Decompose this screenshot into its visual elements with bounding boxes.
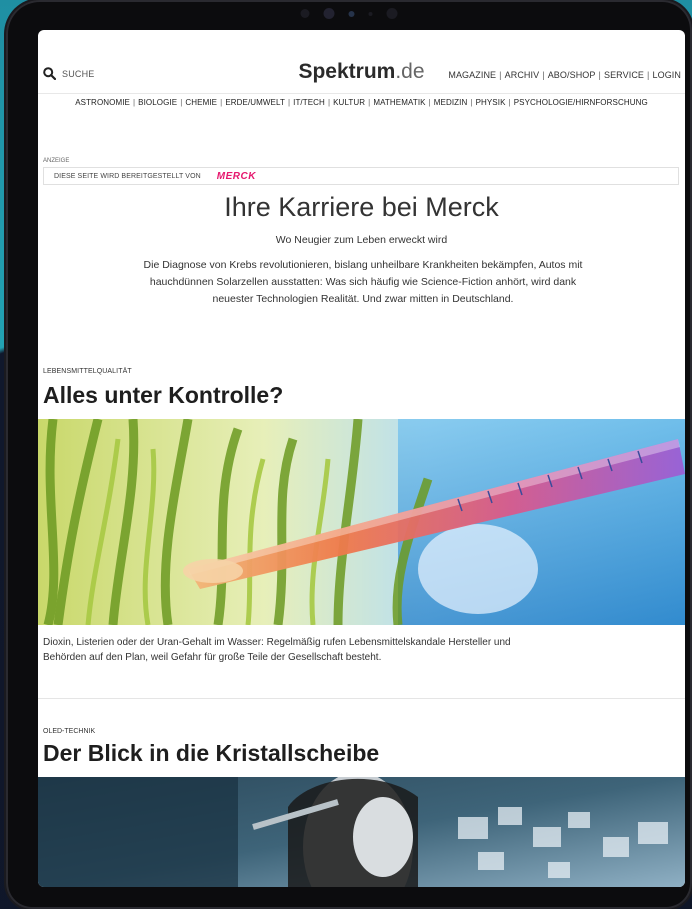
ad-subtitle: Wo Neugier zum Leben erweckt wird	[275, 234, 448, 246]
category-psychologie[interactable]: PSYCHOLOGIE/HIRNFORSCHUNG	[514, 98, 648, 107]
ad-title[interactable]: Ihre Karriere bei Merck	[38, 192, 685, 223]
sensor-icon	[300, 9, 310, 18]
logo-main: Spektrum	[298, 60, 396, 83]
article-title[interactable]: Der Blick in die Kristallscheibe	[43, 740, 379, 767]
sensor-dot-icon	[368, 11, 373, 16]
merck-logo: MERCK	[216, 170, 256, 182]
ad-body: Die Diagnose von Krebs revolutionieren, …	[143, 259, 583, 305]
nav-service[interactable]: SERVICE	[604, 70, 644, 80]
category-biologie[interactable]: BIOLOGIE	[138, 98, 177, 107]
article-image-pipette[interactable]	[38, 419, 685, 625]
top-navigation: MAGAZINE | ARCHIV | ABO/SHOP | SERVICE | LOGIN	[448, 70, 681, 80]
sponsor-bar[interactable]: DIESE SEITE WIRD BEREITGESTELLT VON MERC…	[43, 167, 679, 185]
article-teaser: Dioxin, Listerien oder der Uran-Gehalt i…	[43, 637, 511, 663]
category-astronomie[interactable]: ASTRONOMIE	[75, 98, 130, 107]
divider	[38, 698, 685, 699]
nav-login[interactable]: LOGIN	[652, 70, 681, 80]
browser-screen: SUCHE Spektrum.de MAGAZINE | ARCHIV | ABO/SH…	[38, 30, 685, 887]
category-kultur[interactable]: KULTUR	[333, 98, 365, 107]
tablet-frame: SUCHE Spektrum.de MAGAZINE | ARCHIV | ABO/SH…	[6, 0, 692, 909]
article-title[interactable]: Alles unter Kontrolle?	[43, 382, 283, 409]
category-navigation: ASTRONOMIE | BIOLOGIE | CHEMIE | ERDE/UMWELT | I…	[38, 93, 685, 107]
category-it-tech[interactable]: IT/TECH	[293, 98, 325, 107]
ad-label: ANZEIGE	[43, 158, 70, 164]
article-image-oled[interactable]	[38, 777, 685, 887]
nav-abo-shop[interactable]: ABO/SHOP	[548, 70, 596, 80]
nav-archiv[interactable]: ARCHIV	[505, 70, 540, 80]
category-erde-umwelt[interactable]: ERDE/UMWELT	[225, 98, 285, 107]
sensor-icon	[386, 8, 398, 19]
logo-suffix: .de	[395, 60, 425, 83]
article-category: OLED-TECHNIK	[43, 728, 96, 735]
category-physik[interactable]: PHYSIK	[476, 98, 506, 107]
nav-magazine[interactable]: MAGAZINE	[448, 70, 496, 80]
site-header: SUCHE Spektrum.de MAGAZINE | ARCHIV | ABO/SH…	[38, 30, 685, 90]
category-chemie[interactable]: CHEMIE	[185, 98, 217, 107]
sponsor-text: DIESE SEITE WIRD BEREITGESTELLT VON	[54, 172, 201, 180]
camera-bar	[300, 8, 398, 19]
camera-icon	[323, 8, 335, 19]
camera-lens-icon	[348, 10, 355, 17]
article-category: LEBENSMITTELQUALITÄT	[43, 368, 132, 375]
category-medizin[interactable]: MEDIZIN	[434, 98, 468, 107]
category-mathematik[interactable]: MATHEMATIK	[373, 98, 425, 107]
